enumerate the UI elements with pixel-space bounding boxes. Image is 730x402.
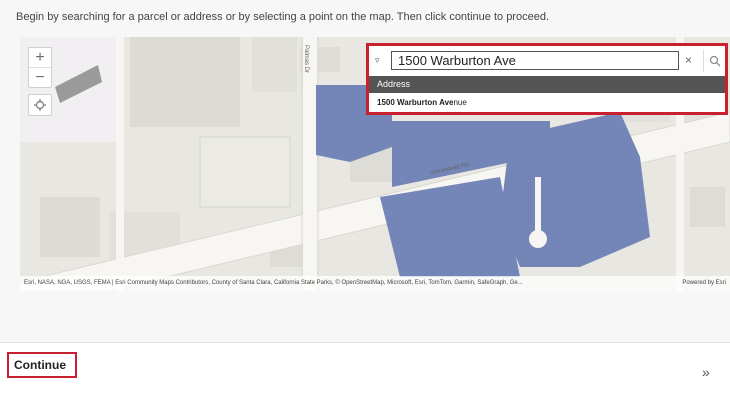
search-widget: ▿ × Address 1500 Warburton Avenue bbox=[366, 43, 728, 115]
suggestion-item[interactable]: 1500 Warburton Avenue bbox=[369, 93, 725, 112]
search-icon bbox=[709, 55, 721, 67]
attribution-text: Esri, NASA, NGA, USGS, FEMA | Esri Commu… bbox=[24, 280, 523, 286]
search-input[interactable] bbox=[391, 51, 679, 70]
instructions-text: Begin by searching for a parcel or addre… bbox=[16, 11, 549, 23]
zoom-in-button[interactable]: + bbox=[29, 48, 51, 67]
source-dropdown-icon[interactable]: ▿ bbox=[375, 55, 380, 66]
next-chevron-icon[interactable]: » bbox=[702, 364, 710, 380]
map-attribution: Esri, NASA, NGA, USGS, FEMA | Esri Commu… bbox=[20, 276, 730, 291]
zoom-controls: + − bbox=[28, 47, 52, 88]
search-button[interactable] bbox=[703, 50, 726, 72]
suggestion-group-header: Address bbox=[369, 76, 725, 93]
footer-panel bbox=[0, 343, 730, 402]
continue-button[interactable]: Continue bbox=[7, 352, 77, 378]
street-label: Palmas Dr bbox=[303, 45, 309, 73]
locate-icon bbox=[34, 99, 46, 111]
zoom-out-button[interactable]: − bbox=[29, 67, 51, 87]
suggestion-match-text: 1500 Warburton Ave bbox=[377, 98, 454, 107]
clear-search-button[interactable]: × bbox=[685, 53, 692, 67]
locate-button[interactable] bbox=[28, 94, 52, 116]
suggestion-rest-text: nue bbox=[453, 98, 467, 107]
search-row: ▿ × bbox=[369, 46, 725, 76]
powered-by-link[interactable]: Powered by Esri bbox=[682, 276, 726, 291]
